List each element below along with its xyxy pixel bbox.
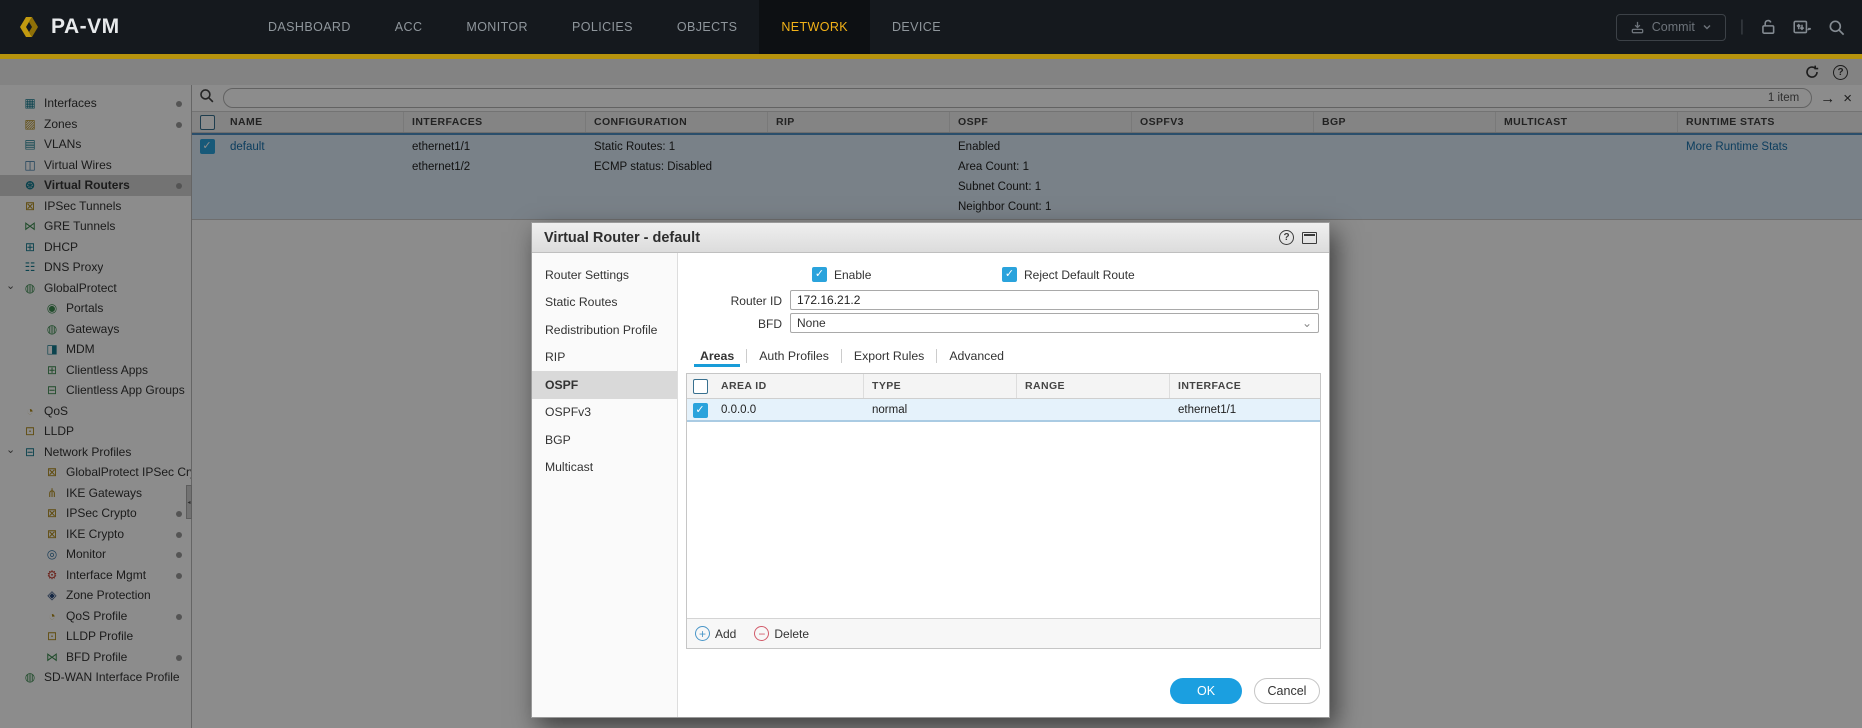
row-checkbox-cell <box>687 399 713 421</box>
header-checkbox-cell <box>687 374 713 398</box>
palo-alto-logo-icon <box>16 14 42 40</box>
cell-interface: ethernet1/1 <box>1170 399 1320 421</box>
bfd-value: None <box>797 316 826 330</box>
virtual-router-dialog: Virtual Router - default ? Router Settin… <box>531 222 1330 718</box>
col-interface[interactable]: INTERFACE <box>1170 374 1320 398</box>
enable-field: Enable <box>812 267 871 282</box>
nav-right-tools: Commit | <box>1616 14 1846 41</box>
add-button[interactable]: + Add <box>695 626 736 641</box>
nav-tabs: DASHBOARD ACC MONITOR POLICIES OBJECTS N… <box>246 0 963 54</box>
add-icon: + <box>695 626 710 641</box>
ok-button[interactable]: OK <box>1170 678 1242 704</box>
ospf-panel: Enable Reject Default Route Router ID BF… <box>678 253 1329 717</box>
col-area-id[interactable]: AREA ID <box>713 374 864 398</box>
enable-label: Enable <box>834 268 871 282</box>
commit-icon <box>1630 20 1645 35</box>
col-type[interactable]: TYPE <box>864 374 1017 398</box>
pan-os-screen: PA-VM DASHBOARD ACC MONITOR POLICIES OBJ… <box>0 0 1862 728</box>
tab-network[interactable]: NETWORK <box>759 0 870 54</box>
menu-ospf[interactable]: OSPF <box>532 371 677 399</box>
areas-table: AREA ID TYPE RANGE INTERFACE 0.0.0.0 nor… <box>686 373 1321 649</box>
tab-device[interactable]: DEVICE <box>870 0 963 54</box>
dialog-title-icons: ? <box>1279 230 1317 245</box>
dialog-body: Router Settings Static Routes Redistribu… <box>532 253 1329 717</box>
accent-stripe <box>0 54 1862 59</box>
add-label: Add <box>715 627 736 641</box>
commit-button[interactable]: Commit <box>1616 14 1726 41</box>
ospf-tabs: Areas Auth Profiles Export Rules Advance… <box>688 345 1016 367</box>
maximize-icon[interactable] <box>1302 232 1317 244</box>
brand: PA-VM <box>16 14 216 40</box>
tab-monitor[interactable]: MONITOR <box>444 0 550 54</box>
menu-bgp[interactable]: BGP <box>532 426 677 454</box>
config-export-icon[interactable] <box>1792 17 1812 37</box>
tab-auth-profiles[interactable]: Auth Profiles <box>746 349 841 363</box>
area-row-checkbox[interactable] <box>693 403 708 418</box>
top-nav: PA-VM DASHBOARD ACC MONITOR POLICIES OBJ… <box>0 0 1862 54</box>
router-id-label: Router ID <box>678 291 782 311</box>
tab-advanced[interactable]: Advanced <box>936 349 1016 363</box>
reject-default-route-field: Reject Default Route <box>1002 267 1135 282</box>
bfd-label: BFD <box>678 314 782 334</box>
enable-checkbox[interactable] <box>812 267 827 282</box>
dialog-menu: Router Settings Static Routes Redistribu… <box>532 253 678 717</box>
select-all-areas-checkbox[interactable] <box>693 379 708 394</box>
cell-type: normal <box>864 399 1017 421</box>
dialog-title: Virtual Router - default <box>544 230 700 246</box>
area-row[interactable]: 0.0.0.0 normal ethernet1/1 <box>687 399 1320 422</box>
cell-area-id: 0.0.0.0 <box>713 399 864 421</box>
tab-policies[interactable]: POLICIES <box>550 0 655 54</box>
menu-rip[interactable]: RIP <box>532 344 677 372</box>
areas-table-empty-space <box>687 422 1320 618</box>
menu-multicast[interactable]: Multicast <box>532 454 677 482</box>
delete-icon: − <box>754 626 769 641</box>
tab-objects[interactable]: OBJECTS <box>655 0 759 54</box>
areas-table-header: AREA ID TYPE RANGE INTERFACE <box>687 374 1320 399</box>
nav-separator: | <box>1740 18 1744 36</box>
dialog-titlebar: Virtual Router - default ? <box>532 223 1329 253</box>
menu-ospfv3[interactable]: OSPFv3 <box>532 399 677 427</box>
search-icon[interactable] <box>1826 17 1846 37</box>
brand-name: PA-VM <box>51 15 120 39</box>
tab-areas[interactable]: Areas <box>688 349 746 363</box>
delete-button[interactable]: − Delete <box>754 626 809 641</box>
tab-export-rules[interactable]: Export Rules <box>841 349 936 363</box>
delete-label: Delete <box>774 627 809 641</box>
col-range[interactable]: RANGE <box>1017 374 1170 398</box>
commit-label: Commit <box>1652 20 1695 34</box>
help-icon[interactable]: ? <box>1279 230 1294 245</box>
menu-static-routes[interactable]: Static Routes <box>532 289 677 317</box>
unlock-icon[interactable] <box>1758 17 1778 37</box>
areas-table-footer: + Add − Delete <box>687 618 1320 648</box>
router-id-input[interactable] <box>790 290 1319 310</box>
menu-router-settings[interactable]: Router Settings <box>532 261 677 289</box>
cell-range <box>1017 399 1170 421</box>
reject-default-route-label: Reject Default Route <box>1024 268 1135 282</box>
chevron-down-icon <box>1702 22 1712 32</box>
tab-acc[interactable]: ACC <box>373 0 445 54</box>
tab-dashboard[interactable]: DASHBOARD <box>246 0 373 54</box>
reject-default-route-checkbox[interactable] <box>1002 267 1017 282</box>
bfd-select[interactable]: None ⌄ <box>790 313 1319 333</box>
menu-redistribution-profile[interactable]: Redistribution Profile <box>532 316 677 344</box>
cancel-button[interactable]: Cancel <box>1254 678 1320 704</box>
chevron-down-icon: ⌄ <box>1302 316 1312 330</box>
